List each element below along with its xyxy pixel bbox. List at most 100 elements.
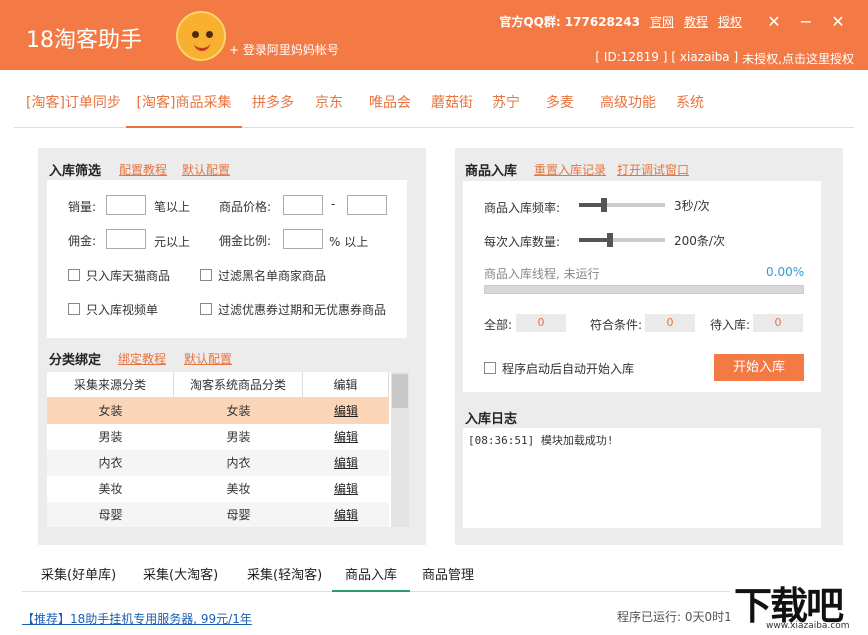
table-row[interactable]: 内衣 内衣 编辑 — [47, 450, 389, 476]
import-log: [08:36:51] 模块加载成功! — [463, 428, 821, 528]
tab-suning[interactable]: 苏宁 — [492, 92, 520, 128]
freq-slider-knob[interactable] — [601, 198, 607, 212]
minimize-icon[interactable]: − — [798, 13, 814, 30]
mascot-mouth — [194, 43, 210, 51]
count-slider-knob[interactable] — [607, 233, 613, 247]
category-tutorial-link[interactable]: 绑定教程 — [118, 350, 166, 367]
row-target: 女装 — [226, 404, 251, 418]
filter-tutorial-link[interactable]: 配置教程 — [119, 161, 167, 178]
price-min-input[interactable] — [283, 195, 323, 215]
category-table: 采集来源分类 淘客系统商品分类 编辑 女装 女装 编辑 男装 男装 编辑 内衣 … — [47, 372, 409, 527]
tutorial-link[interactable]: 教程 — [684, 13, 708, 30]
pending-label: 待入库: — [710, 318, 751, 332]
tab-system[interactable]: 系统 — [676, 92, 704, 128]
tab-pinduoduo[interactable]: 拼多多 — [252, 92, 294, 128]
total-count: 0 — [516, 314, 566, 332]
row-source: 美妆 — [98, 482, 123, 496]
table-row[interactable]: 女装 女装 编辑 — [47, 398, 389, 424]
row-source: 女装 — [98, 404, 123, 418]
edit-link[interactable]: 编辑 — [334, 430, 358, 444]
bottom-tabs: 采集(好单库) 采集(大淘客) 采集(轻淘客) 商品入库 商品管理 — [22, 556, 848, 592]
qq-group: 官方QQ群: 177628243 — [499, 15, 640, 29]
edit-link[interactable]: 编辑 — [334, 404, 358, 418]
tab-product-manage[interactable]: 商品管理 — [422, 564, 474, 592]
freq-slider-fill — [579, 203, 603, 207]
edit-link[interactable]: 编辑 — [334, 482, 358, 496]
tab-vip[interactable]: 唯品会 — [369, 92, 411, 128]
count-slider-fill — [579, 238, 609, 242]
filter-default-link[interactable]: 默认配置 — [182, 161, 230, 178]
count-value: 200条/次 — [674, 234, 725, 248]
tab-mogujie[interactable]: 蘑菇街 — [431, 92, 473, 128]
price-max-input[interactable] — [347, 195, 387, 215]
match-label: 符合条件: — [590, 318, 643, 332]
account-user: [ xiazaiba ] — [671, 50, 739, 64]
freq-slider[interactable] — [579, 198, 665, 212]
count-slider[interactable] — [579, 233, 665, 247]
start-import-button[interactable]: 开始入库 — [714, 354, 804, 381]
commission-unit: 元以上 — [154, 235, 191, 249]
tab-duomai[interactable]: 多麦 — [546, 92, 574, 128]
blacklist-filter-checkbox[interactable] — [200, 269, 212, 281]
watermark-url: www.xiazaiba.com — [766, 621, 850, 631]
title-bar: 18淘客助手 + 登录阿里妈妈帐号 官方QQ群: 177628243 官网 教程… — [0, 0, 868, 70]
close-icon[interactable]: ✕ — [830, 13, 846, 30]
official-site-link[interactable]: 官网 — [650, 13, 674, 30]
promo-link[interactable]: 【推荐】18助手挂机专用服务器, 99元/1年 — [22, 610, 252, 627]
count-label: 每次入库数量: — [484, 235, 561, 249]
tab-order-sync[interactable]: [淘客]订单同步 — [26, 92, 121, 128]
edit-link[interactable]: 编辑 — [334, 508, 358, 522]
table-row[interactable]: 男装 男装 编辑 — [47, 424, 389, 450]
commission-input[interactable] — [106, 229, 146, 249]
edit-link[interactable]: 编辑 — [334, 456, 358, 470]
mascot-avatar-icon — [176, 11, 226, 61]
coupon-filter-checkbox[interactable] — [200, 303, 212, 315]
log-title: 入库日志 — [465, 412, 518, 427]
reset-import-link[interactable]: 重置入库记录 — [534, 161, 606, 178]
open-debug-link[interactable]: 打开调试窗口 — [617, 161, 689, 178]
freq-value: 3秒/次 — [674, 199, 710, 213]
thread-status: 商品入库线程, 未运行 — [484, 267, 600, 281]
price-dash: - — [331, 197, 336, 211]
commission-label: 佣金: — [68, 234, 97, 248]
tab-collect-haodanku[interactable]: 采集(好单库) — [41, 564, 116, 592]
tab-advanced[interactable]: 高级功能 — [600, 92, 656, 128]
account-id: [ ID:12819 ] — [595, 50, 668, 64]
table-header: 采集来源分类 淘客系统商品分类 编辑 — [47, 372, 389, 398]
scrollbar-thumb[interactable] — [392, 374, 408, 408]
import-progress-bar — [484, 285, 804, 294]
category-default-link[interactable]: 默认配置 — [184, 350, 232, 367]
ratio-input[interactable] — [283, 229, 323, 249]
table-row[interactable]: 母婴 母婴 编辑 — [47, 502, 389, 527]
auto-start-checkbox[interactable] — [484, 362, 496, 374]
col-target: 淘客系统商品分类 — [174, 372, 303, 398]
tab-product-collect[interactable]: [淘客]商品采集 — [126, 92, 242, 128]
tab-product-import[interactable]: 商品入库 — [332, 564, 410, 592]
video-only-label: 只入库视频单 — [86, 303, 159, 317]
runtime-status: 程序已运行: 0天0时1分 — [617, 610, 744, 624]
import-box: 商品入库频率: 3秒/次 每次入库数量: 200条/次 商品入库线程, 未运行 … — [463, 181, 821, 392]
col-source: 采集来源分类 — [47, 372, 174, 398]
tab-collect-dataoke[interactable]: 采集(大淘客) — [143, 564, 218, 592]
table-scrollbar[interactable] — [391, 372, 409, 527]
sales-input[interactable] — [106, 195, 146, 215]
progress-percent: 0.00% — [766, 265, 805, 279]
ratio-unit: % 以上 — [329, 235, 369, 249]
tab-jd[interactable]: 京东 — [315, 92, 343, 128]
mascot-eye — [206, 31, 213, 38]
tmall-only-checkbox[interactable] — [68, 269, 80, 281]
row-source: 男装 — [98, 430, 123, 444]
row-source: 母婴 — [98, 508, 123, 522]
video-only-checkbox[interactable] — [68, 303, 80, 315]
tab-collect-qingtaoke[interactable]: 采集(轻淘客) — [247, 564, 322, 592]
total-label: 全部: — [484, 318, 513, 332]
app-title: 18淘客助手 — [26, 28, 142, 53]
login-alimama-link[interactable]: + 登录阿里妈妈帐号 — [229, 41, 339, 58]
authorize-link[interactable]: 授权 — [718, 13, 742, 30]
wrench-icon[interactable]: ✕ — [766, 13, 782, 30]
table-row[interactable]: 美妆 美妆 编辑 — [47, 476, 389, 502]
watermark-logo: 下载吧 www.xiazaiba.com — [730, 575, 868, 635]
col-edit: 编辑 — [303, 372, 389, 398]
authorize-prompt[interactable]: 未授权,点击这里授权 — [742, 50, 854, 67]
log-line: [08:36:51] 模块加载成功! — [468, 434, 614, 447]
